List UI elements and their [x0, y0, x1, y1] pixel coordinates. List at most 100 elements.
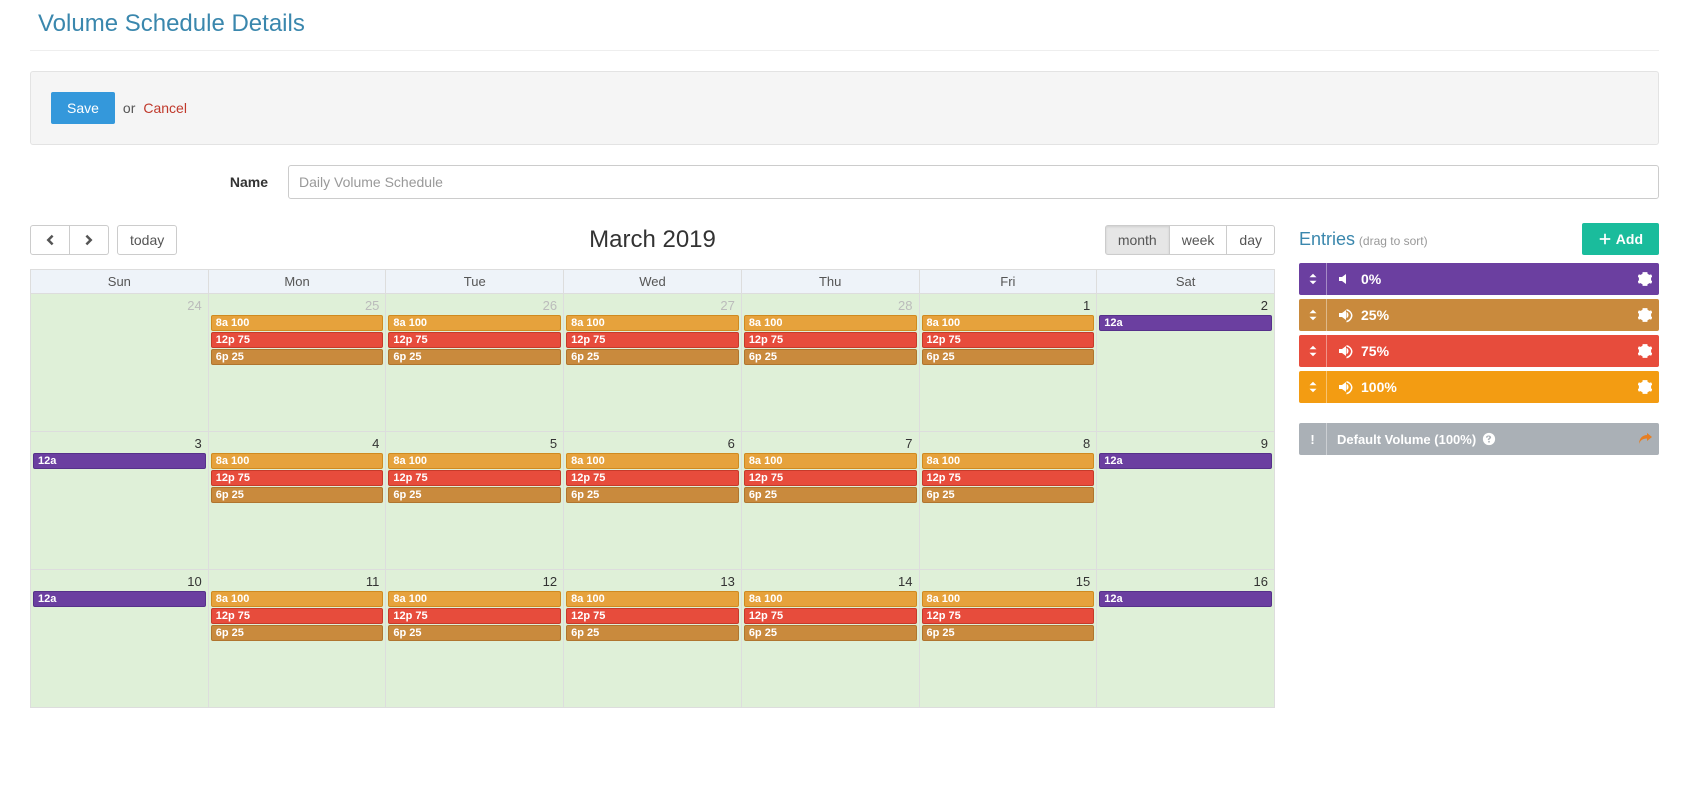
calendar-event[interactable]: 12p 75 — [566, 470, 739, 486]
calendar-cell[interactable]: 312a — [31, 432, 209, 570]
entry-row[interactable]: 25% — [1299, 299, 1659, 331]
name-row: Name — [30, 165, 1659, 199]
calendar-event[interactable]: 8a 100 — [922, 591, 1095, 607]
calendar-event[interactable]: 6p 25 — [744, 487, 917, 503]
calendar-event[interactable]: 6p 25 — [211, 625, 384, 641]
calendar-event[interactable]: 12p 75 — [211, 332, 384, 348]
day-number: 24 — [31, 294, 208, 315]
calendar-event[interactable]: 8a 100 — [211, 591, 384, 607]
calendar-today-button[interactable]: today — [117, 225, 177, 255]
calendar-cell[interactable]: 88a 10012p 756p 25 — [919, 432, 1097, 570]
calendar-event[interactable]: 12p 75 — [388, 608, 561, 624]
calendar-event[interactable]: 12a — [33, 591, 206, 607]
calendar-event[interactable]: 8a 100 — [388, 315, 561, 331]
calendar-event[interactable]: 8a 100 — [744, 315, 917, 331]
calendar-cell[interactable]: 1012a — [31, 570, 209, 708]
calendar-cell[interactable]: 68a 10012p 756p 25 — [564, 432, 742, 570]
entry-settings-button[interactable] — [1631, 307, 1659, 323]
save-button[interactable]: Save — [51, 92, 115, 124]
calendar-event[interactable]: 12p 75 — [744, 608, 917, 624]
entries-subtitle: (drag to sort) — [1359, 234, 1428, 248]
entry-settings-button[interactable] — [1631, 379, 1659, 395]
calendar-cell[interactable]: 24 — [31, 294, 209, 432]
calendar-event[interactable]: 8a 100 — [388, 591, 561, 607]
add-entry-button[interactable]: Add — [1582, 223, 1659, 255]
calendar-cell[interactable]: 48a 10012p 756p 25 — [208, 432, 386, 570]
calendar-cell[interactable]: 78a 10012p 756p 25 — [741, 432, 919, 570]
calendar-event[interactable]: 6p 25 — [744, 349, 917, 365]
calendar-event[interactable]: 12p 75 — [388, 470, 561, 486]
calendar-event[interactable]: 12p 75 — [566, 608, 739, 624]
calendar-cell[interactable]: 258a 10012p 756p 25 — [208, 294, 386, 432]
drag-handle[interactable] — [1299, 335, 1327, 367]
calendar-next-button[interactable] — [70, 225, 109, 255]
calendar-cell[interactable]: 18a 10012p 756p 25 — [919, 294, 1097, 432]
calendar-event[interactable]: 6p 25 — [211, 487, 384, 503]
drag-handle[interactable] — [1299, 263, 1327, 295]
calendar-cell[interactable]: 212a — [1097, 294, 1275, 432]
entry-row[interactable]: 100% — [1299, 371, 1659, 403]
calendar-event[interactable]: 12p 75 — [211, 470, 384, 486]
calendar-cell[interactable]: 128a 10012p 756p 25 — [386, 570, 564, 708]
calendar-event[interactable]: 12p 75 — [388, 332, 561, 348]
calendar-event[interactable]: 12p 75 — [922, 608, 1095, 624]
calendar-event[interactable]: 12p 75 — [922, 470, 1095, 486]
cancel-link[interactable]: Cancel — [143, 100, 187, 116]
entry-settings-button[interactable] — [1631, 343, 1659, 359]
calendar-cell[interactable]: 288a 10012p 756p 25 — [741, 294, 919, 432]
calendar-event[interactable]: 6p 25 — [388, 625, 561, 641]
calendar-event[interactable]: 12p 75 — [566, 332, 739, 348]
calendar-cell[interactable]: 268a 10012p 756p 25 — [386, 294, 564, 432]
calendar-cell[interactable]: 1612a — [1097, 570, 1275, 708]
calendar-event[interactable]: 8a 100 — [566, 315, 739, 331]
help-icon[interactable] — [1482, 432, 1496, 446]
calendar-prev-button[interactable] — [30, 225, 70, 255]
calendar-event[interactable]: 6p 25 — [922, 625, 1095, 641]
calendar-cell[interactable]: 158a 10012p 756p 25 — [919, 570, 1097, 708]
calendar-event[interactable]: 12p 75 — [744, 332, 917, 348]
calendar-cell[interactable]: 148a 10012p 756p 25 — [741, 570, 919, 708]
calendar-event[interactable]: 12a — [1099, 315, 1272, 331]
calendar-event[interactable]: 8a 100 — [922, 453, 1095, 469]
default-volume-action[interactable] — [1631, 430, 1659, 449]
calendar-event[interactable]: 6p 25 — [922, 349, 1095, 365]
calendar-cell[interactable]: 118a 10012p 756p 25 — [208, 570, 386, 708]
calendar-event[interactable]: 8a 100 — [388, 453, 561, 469]
entry-row[interactable]: 75% — [1299, 335, 1659, 367]
calendar-event[interactable]: 8a 100 — [566, 591, 739, 607]
name-input[interactable] — [288, 165, 1659, 199]
calendar-event[interactable]: 6p 25 — [566, 487, 739, 503]
entry-settings-button[interactable] — [1631, 271, 1659, 287]
calendar-cell[interactable]: 58a 10012p 756p 25 — [386, 432, 564, 570]
calendar-event[interactable]: 8a 100 — [922, 315, 1095, 331]
calendar-event[interactable]: 8a 100 — [744, 453, 917, 469]
view-week-button[interactable]: week — [1170, 225, 1228, 255]
calendar-cell[interactable]: 912a — [1097, 432, 1275, 570]
calendar-event[interactable]: 6p 25 — [388, 487, 561, 503]
drag-handle[interactable] — [1299, 299, 1327, 331]
calendar-event[interactable]: 12a — [1099, 591, 1272, 607]
view-day-button[interactable]: day — [1227, 225, 1275, 255]
calendar-event[interactable]: 6p 25 — [566, 349, 739, 365]
calendar-event[interactable]: 12p 75 — [211, 608, 384, 624]
calendar-cell[interactable]: 138a 10012p 756p 25 — [564, 570, 742, 708]
gear-icon — [1638, 380, 1652, 394]
calendar-event[interactable]: 8a 100 — [211, 453, 384, 469]
calendar-event[interactable]: 8a 100 — [744, 591, 917, 607]
calendar-event[interactable]: 12a — [1099, 453, 1272, 469]
entry-row[interactable]: 0% — [1299, 263, 1659, 295]
view-month-button[interactable]: month — [1105, 225, 1170, 255]
calendar-event[interactable]: 6p 25 — [922, 487, 1095, 503]
calendar-event[interactable]: 6p 25 — [388, 349, 561, 365]
calendar-cell[interactable]: 278a 10012p 756p 25 — [564, 294, 742, 432]
calendar-event[interactable]: 6p 25 — [566, 625, 739, 641]
calendar-event[interactable]: 8a 100 — [211, 315, 384, 331]
entry-label: 75% — [1361, 343, 1389, 359]
calendar-event[interactable]: 12a — [33, 453, 206, 469]
calendar-event[interactable]: 6p 25 — [211, 349, 384, 365]
calendar-event[interactable]: 6p 25 — [744, 625, 917, 641]
calendar-event[interactable]: 12p 75 — [744, 470, 917, 486]
calendar-event[interactable]: 8a 100 — [566, 453, 739, 469]
calendar-event[interactable]: 12p 75 — [922, 332, 1095, 348]
drag-handle[interactable] — [1299, 371, 1327, 403]
